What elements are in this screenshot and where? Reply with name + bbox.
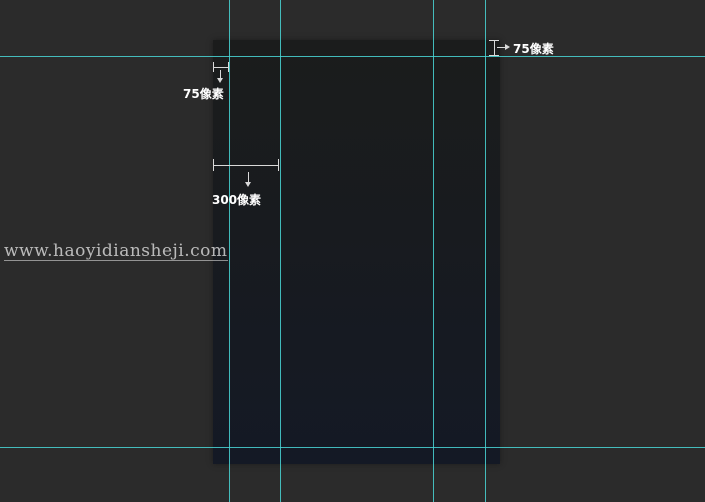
guide-horizontal-bottom-margin[interactable] <box>0 447 705 448</box>
watermark-link[interactable]: www.haoyidiansheji.com <box>4 242 228 261</box>
artboard[interactable] <box>213 40 500 464</box>
guide-vertical-left-margin[interactable] <box>229 0 230 502</box>
dimension-line <box>494 40 495 56</box>
arrow-down-icon <box>217 70 223 83</box>
margin-top-label: 75像素 <box>513 42 554 56</box>
guide-vertical-column[interactable] <box>280 0 281 502</box>
arrow-down-icon <box>245 172 251 187</box>
guide-horizontal-top-margin[interactable] <box>0 56 705 57</box>
margin-left-label: 75像素 <box>183 87 224 101</box>
dimension-line <box>213 165 279 166</box>
arrow-right-icon <box>497 44 510 50</box>
column-width-label: 300像素 <box>212 193 262 207</box>
guide-vertical-column-right[interactable] <box>433 0 434 502</box>
dimension-line <box>213 67 229 68</box>
guide-vertical-right-margin[interactable] <box>485 0 486 502</box>
workspace: 75像素 300像素 75像素 www.haoyidiansheji.com <box>0 0 705 502</box>
